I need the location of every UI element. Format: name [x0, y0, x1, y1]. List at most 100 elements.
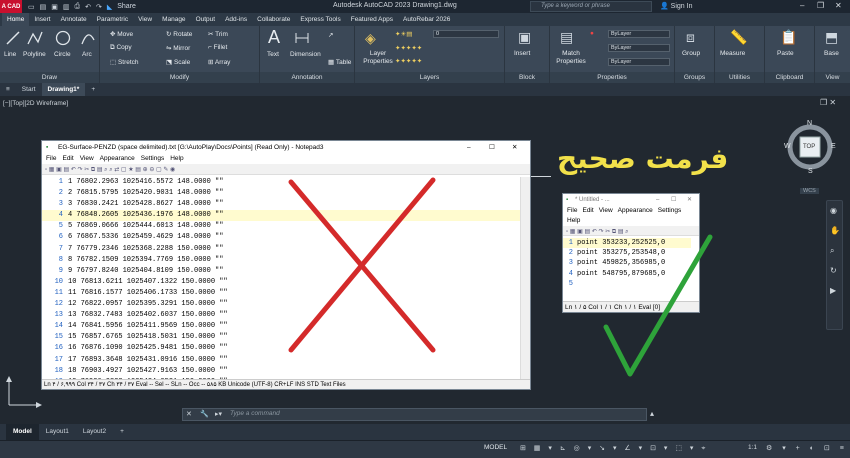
measure-button[interactable]: Measure [720, 50, 745, 57]
menu-file[interactable]: File [46, 155, 56, 164]
menu2-help[interactable]: Help [563, 216, 699, 226]
viewcube-north[interactable]: N [807, 120, 812, 127]
search-input[interactable]: Type a keyword or phrase [530, 1, 652, 12]
new-tab-icon[interactable]: + [85, 83, 101, 96]
menu2-settings[interactable]: Settings [658, 206, 682, 216]
tab-insert[interactable]: Insert [29, 13, 55, 26]
menu-settings[interactable]: Settings [141, 155, 165, 164]
panel-title-view[interactable]: View [815, 72, 850, 83]
tab-view[interactable]: View [133, 13, 157, 26]
circle-icon[interactable] [55, 30, 71, 46]
menu2-view[interactable]: View [599, 206, 613, 216]
layer-match-icon[interactable]: ✦✦✦✦✦ [395, 57, 422, 65]
array-button[interactable]: ⊞ Array [208, 58, 230, 66]
match-properties-button[interactable]: Match Properties [553, 50, 589, 66]
viewcube-west[interactable]: W [784, 143, 791, 150]
move-button[interactable]: ✥ Move [110, 30, 133, 38]
text-line[interactable]: 15 15 76857.6765 1025418.5031 150.0000 "" [42, 332, 520, 343]
command-close-icon[interactable]: ✕ [186, 410, 192, 418]
text-line[interactable]: 12 12 76822.0957 1025395.3291 150.0000 "" [42, 299, 520, 310]
measure-icon[interactable]: 📏 [730, 29, 747, 46]
text-line[interactable]: 17 17 76893.3648 1025431.0916 150.0000 "" [42, 355, 520, 366]
text-line[interactable]: 14 14 76841.5956 1025411.9569 150.0000 "" [42, 321, 520, 332]
notepad2-minimize-icon[interactable]: – [656, 194, 659, 206]
command-input[interactable]: Type a command [230, 410, 640, 419]
notepad2-close-icon[interactable]: ✕ [687, 194, 692, 206]
notepad1-text-area[interactable]: 1 1 76802.2963 1025416.5572 148.0000 "" 2 2… [42, 177, 520, 386]
polyline-icon[interactable] [27, 30, 43, 46]
paste-button[interactable]: Paste [777, 50, 794, 57]
wcs-menu[interactable]: WCS [800, 188, 819, 194]
toolbar-icons[interactable]: ▫ ▦ ▣ ▤ ↶ ↷ ✂ ⧉ ▤ ⌕ ⌕ ⇄ ▢ ★ ▤ ⊕ ⊖ ▢ ✎ ◉ [42, 167, 175, 173]
panel-title-draw[interactable]: Draw [0, 72, 99, 83]
save-as-icon[interactable]: ▥ [63, 3, 70, 11]
line-icon[interactable] [5, 30, 21, 46]
orbit-icon[interactable]: ↻ [830, 266, 837, 275]
notepad1-scrollbar[interactable] [520, 177, 530, 381]
viewcube-south[interactable]: S [808, 168, 813, 175]
panel-title-groups[interactable]: Groups [675, 72, 714, 83]
stretch-button[interactable]: ⬚ Stretch [110, 58, 139, 66]
layer-properties-button[interactable]: Layer Properties [358, 50, 398, 66]
panel-title-block[interactable]: Block [505, 72, 549, 83]
dimension-icon[interactable] [294, 30, 310, 46]
text-line[interactable]: 10 10 76813.6211 1025407.1322 150.0000 "" [42, 277, 520, 288]
scale-button[interactable]: ⬔ Scale [166, 58, 190, 66]
dimension-button[interactable]: Dimension [290, 51, 321, 58]
color-dropdown[interactable]: ByLayer [608, 30, 670, 38]
command-expand-icon[interactable]: ▴ [650, 409, 654, 418]
layout-tab-model[interactable]: Model [6, 424, 39, 440]
annotation-scale[interactable]: 1:1 [748, 444, 757, 451]
new-file-icon[interactable]: ▭ [28, 3, 35, 11]
tab-featured-apps[interactable]: Featured Apps [346, 13, 398, 26]
text-line[interactable]: 8 8 76782.1509 1025394.7769 150.0000 "" [42, 255, 520, 266]
text-line[interactable]: 5 5 76869.0666 1025444.6013 148.0000 "" [42, 221, 520, 232]
menu-view[interactable]: View [80, 155, 94, 164]
paste-icon[interactable]: 📋 [780, 29, 797, 46]
command-recent-icon[interactable]: ▸▾ [215, 410, 222, 418]
notepad1-maximize-icon[interactable]: ☐ [489, 141, 495, 155]
close-icon[interactable]: ✕ [835, 1, 842, 10]
tab-output[interactable]: Output [191, 13, 221, 26]
copy-button[interactable]: ⧉ Copy [110, 44, 132, 52]
menu2-file[interactable]: File [567, 206, 577, 216]
layout-tab-layout2[interactable]: Layout2 [76, 424, 113, 440]
arc-button[interactable]: Arc [82, 51, 92, 58]
text-line[interactable]: 6 6 76867.5336 1025459.4629 148.0000 "" [42, 232, 520, 243]
add-layout-icon[interactable]: + [113, 424, 131, 440]
minimize-icon[interactable]: – [800, 1, 804, 10]
menu-icon[interactable]: ≡ [0, 83, 16, 96]
tab-parametric[interactable]: Parametric [92, 13, 133, 26]
model-space-button[interactable]: MODEL [484, 444, 507, 451]
base-view-icon[interactable]: ⬒ [825, 29, 838, 46]
command-settings-icon[interactable]: 🔧 [200, 410, 209, 418]
group-button[interactable]: Group [682, 50, 700, 57]
tab-home[interactable]: Home [2, 13, 30, 26]
text-line[interactable]: 11 11 76816.1577 1025406.1733 150.0000 "" [42, 288, 520, 299]
plot-icon[interactable]: ⎙ [75, 3, 81, 11]
open-file-icon[interactable]: ▤ [40, 3, 47, 11]
table-button[interactable]: ▦ Table [328, 58, 351, 66]
viewcube[interactable]: TOP N S E W [783, 118, 838, 176]
text-line[interactable]: 4 4 76848.2605 1025436.1976 148.0000 "" [42, 210, 520, 222]
sign-in-button[interactable]: 👤 Sign In [660, 2, 692, 10]
trim-button[interactable]: ✂ Trim [208, 30, 228, 38]
tab-add-ins[interactable]: Add-ins [220, 13, 252, 26]
mirror-button[interactable]: ⇋ Mirror [166, 44, 190, 52]
arc-icon[interactable] [80, 30, 96, 46]
navigation-bar[interactable]: ◉ ✋ ⌕ ↻ ▶ [826, 200, 843, 330]
panel-title-modify[interactable]: Modify [100, 72, 259, 83]
file-tab-drawing1[interactable]: Drawing1* [41, 83, 86, 96]
panel-title-layers[interactable]: Layers [355, 72, 504, 83]
layer-tools-icon[interactable]: ✦✦✦✦✦ [395, 44, 422, 52]
status-toggle-icons[interactable]: ⊞ ▦ ▾ ⊾ ◎ ▾ ↘ ▾ ∠ ▾ ⊡ ▾ ⬚ ▾ ⌖ [520, 444, 708, 453]
rotate-button[interactable]: ↻ Rotate [166, 30, 192, 38]
tab-collaborate[interactable]: Collaborate [252, 13, 295, 26]
layer-dropdown[interactable]: 0 [433, 30, 499, 38]
steering-wheel-icon[interactable]: ◉ [830, 206, 837, 215]
save-icon[interactable]: ▣ [51, 3, 58, 11]
notepad1-minimize-icon[interactable]: – [467, 141, 471, 155]
file-tab-start[interactable]: Start [16, 83, 42, 96]
menu-edit[interactable]: Edit [62, 155, 73, 164]
viewcube-top[interactable]: TOP [803, 144, 815, 150]
